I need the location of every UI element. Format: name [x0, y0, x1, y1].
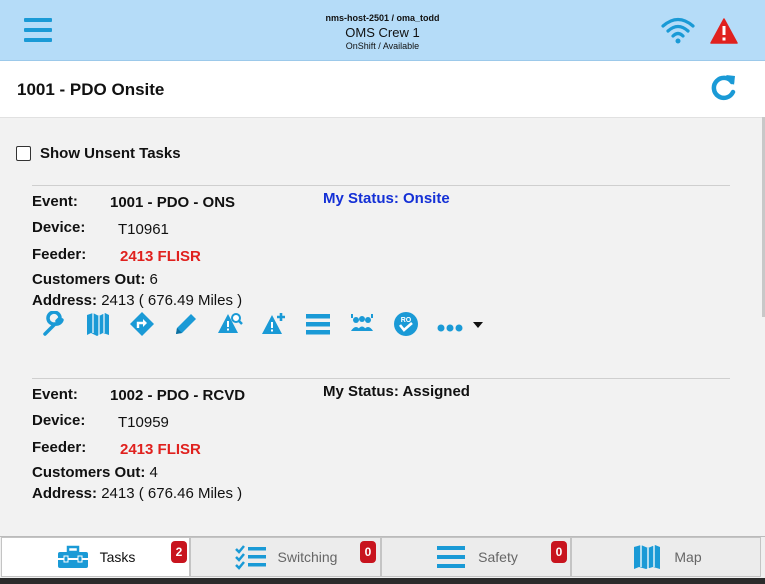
directions-icon[interactable] [128, 311, 156, 337]
tab-tasks[interactable]: Tasks 2 [1, 537, 190, 577]
pencil-icon[interactable] [172, 311, 200, 337]
feeder-value: 2413 FLISR [120, 441, 201, 458]
show-unsent-label: Show Unsent Tasks [40, 145, 181, 162]
shift-status: OnShift / Available [345, 41, 420, 51]
event-value: 1002 - PDO - RCVD [110, 387, 246, 404]
tab-tasks-label: Tasks [99, 549, 136, 565]
device-row: Device: [32, 219, 85, 236]
event-row: Event: [32, 193, 78, 210]
toolbox-icon [57, 545, 88, 568]
search-alert-icon[interactable] [216, 311, 244, 337]
switching-count-badge: 0 [360, 541, 376, 563]
address-label: Address: [32, 485, 98, 502]
wifi-icon[interactable] [660, 16, 696, 44]
safety-count-badge: 0 [551, 541, 567, 563]
wrench-icon[interactable] [40, 311, 68, 337]
title-bar: 1001 - PDO Onsite [0, 61, 765, 118]
address-row: Address: 2413 ( 676.49 Miles ) [32, 292, 242, 309]
feeder-value: 2413 FLISR [120, 248, 201, 265]
crew-name: OMS Crew 1 [345, 25, 420, 40]
event-label: Event: [32, 386, 78, 403]
bottom-tab-bar: Tasks 2 Switching 0 Safety 0 Map [0, 536, 765, 579]
customers-out-row: Customers Out: 6 [32, 271, 158, 288]
event-row: Event: [32, 386, 78, 403]
list-icon [437, 546, 466, 568]
tab-safety-label: Safety [478, 549, 518, 565]
event-label: Event: [32, 193, 78, 210]
address-value: 2413 ( 676.46 Miles ) [101, 485, 243, 502]
map-icon [634, 545, 661, 569]
task-card[interactable]: Event: 1002 - PDO - RCVD My Status: Assi… [32, 378, 730, 509]
crew-icon[interactable] [348, 311, 376, 337]
address-value: 2413 ( 676.49 Miles ) [101, 292, 243, 309]
warning-icon[interactable] [710, 18, 738, 44]
app-header: nms-host-2501 / oma_todd OMS Crew 1 OnSh… [0, 0, 765, 61]
ro-check-icon[interactable]: RO [392, 311, 420, 337]
device-value: T10959 [118, 414, 169, 431]
device-row: Device: [32, 412, 85, 429]
device-label: Device: [32, 412, 86, 429]
customers-out-label: Customers Out: [32, 271, 146, 288]
tasks-count-badge: 2 [171, 541, 187, 563]
task-actions: RO [40, 311, 504, 337]
checklist-icon [234, 545, 266, 570]
show-unsent-checkbox[interactable] [16, 146, 31, 161]
feeder-row: Feeder: [32, 439, 86, 456]
customers-out-value: 4 [149, 464, 158, 481]
customers-out-value: 6 [149, 271, 158, 288]
list-icon[interactable] [304, 311, 332, 337]
feeder-label: Feeder: [32, 246, 87, 263]
address-label: Address: [32, 292, 98, 309]
my-status: My Status: Assigned [323, 383, 470, 400]
refresh-icon[interactable] [710, 73, 738, 101]
taskbar-strip [0, 578, 765, 584]
tab-switching-label: Switching [277, 549, 338, 565]
task-card[interactable]: Event: 1001 - PDO - ONS My Status: Onsit… [32, 185, 730, 351]
more-icon[interactable] [436, 311, 488, 337]
tab-map[interactable]: Map [571, 537, 761, 577]
tab-safety[interactable]: Safety 0 [381, 537, 571, 577]
page-title: 1001 - PDO Onsite [17, 80, 165, 99]
address-row: Address: 2413 ( 676.46 Miles ) [32, 485, 242, 502]
header-info: nms-host-2501 / oma_todd OMS Crew 1 OnSh… [0, 13, 765, 52]
map-icon[interactable] [84, 311, 112, 337]
device-value: T10961 [118, 221, 169, 238]
event-value: 1001 - PDO - ONS [110, 194, 236, 211]
feeder-row: Feeder: [32, 246, 86, 263]
tab-map-label: Map [674, 549, 702, 565]
customers-out-row: Customers Out: 4 [32, 464, 158, 481]
show-unsent-toggle[interactable]: Show Unsent Tasks [16, 145, 181, 162]
feeder-label: Feeder: [32, 439, 87, 456]
host-name: nms-host-2501 / oma_todd [325, 13, 440, 23]
add-alert-icon[interactable] [260, 311, 288, 337]
tab-switching[interactable]: Switching 0 [190, 537, 381, 577]
device-label: Device: [32, 219, 86, 236]
customers-out-label: Customers Out: [32, 464, 146, 481]
my-status: My Status: Onsite [323, 190, 450, 207]
